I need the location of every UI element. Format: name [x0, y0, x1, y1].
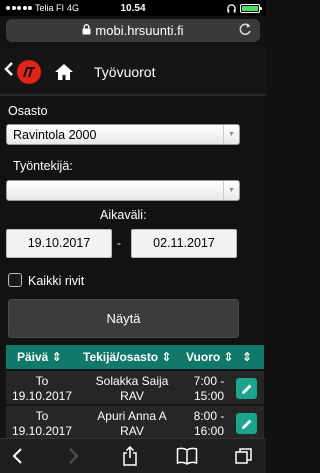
row-shift-start: 8:00 - [193, 409, 225, 423]
employee-select[interactable]: ▼ [6, 180, 240, 201]
reload-icon[interactable] [239, 22, 252, 39]
column-header-day[interactable]: Päivä ⇕ [17, 350, 62, 364]
row-department: RAV [120, 389, 144, 403]
chevron-down-icon: ▼ [223, 181, 239, 200]
status-time: 10.54 [120, 2, 146, 14]
bookmarks-icon[interactable] [176, 446, 198, 466]
row-employee: Apuri Anna A [97, 409, 167, 423]
row-date: 19.10.2017 [11, 424, 73, 438]
table-row: To 19.10.2017 Solakka Saija RAV 7:00 - 1… [6, 371, 264, 405]
row-shift-start: 7:00 - [193, 374, 225, 388]
all-rows-checkbox[interactable] [8, 273, 22, 287]
row-day: To [35, 409, 49, 423]
column-header-shift[interactable]: Vuoro ⇕ [186, 350, 234, 364]
network-type: 4G [67, 3, 80, 13]
row-date: 19.10.2017 [11, 389, 73, 403]
show-button[interactable]: Näytä [8, 299, 239, 338]
hrsuunti-logo-icon[interactable] [17, 60, 41, 84]
tabs-icon[interactable] [234, 446, 254, 466]
url-text: mobi.hrsuunti.fi [95, 23, 184, 38]
chevron-down-icon: ▼ [223, 125, 239, 144]
back-chevron-icon[interactable] [4, 61, 14, 82]
row-shift-end: 15:00 [193, 389, 225, 403]
browser-toolbar [0, 438, 266, 473]
app-header: Työvuorot [0, 48, 266, 96]
interval-label: Aikaväli: [100, 208, 147, 222]
share-icon[interactable] [120, 445, 140, 466]
status-bar: Telia FI 4G 10.54 [0, 0, 266, 16]
address-bar[interactable]: mobi.hrsuunti.fi [6, 19, 260, 42]
pencil-icon [241, 419, 251, 429]
back-arrow-icon[interactable] [8, 446, 28, 466]
column-header-actions[interactable]: ⇕ [242, 350, 252, 364]
carrier-name: Telia FI [35, 3, 65, 13]
date-separator: - [117, 236, 121, 250]
page-title: Työvuorot [94, 64, 156, 80]
row-department: RAV [120, 424, 144, 438]
all-rows-label[interactable]: Kaikki rivit [28, 274, 84, 288]
row-employee: Solakka Saija [95, 374, 169, 388]
battery-icon [240, 3, 263, 13]
lock-icon [82, 24, 91, 37]
date-to-input[interactable]: 02.11.2017 [131, 229, 237, 258]
forward-arrow-icon[interactable] [63, 446, 83, 466]
column-header-employee[interactable]: Tekijä/osasto ⇕ [83, 350, 172, 364]
department-label: Osasto [8, 104, 48, 118]
shifts-table-header: Päivä ⇕ Tekijä/osasto ⇕ Vuoro ⇕ ⇕ [6, 345, 264, 369]
edit-button[interactable] [236, 378, 257, 399]
row-day: To [35, 374, 49, 388]
signal-strength-icon [6, 6, 32, 10]
edit-button[interactable] [236, 413, 257, 434]
row-shift-end: 16:00 [193, 424, 225, 438]
employee-label: Työntekijä: [13, 159, 73, 173]
date-from-input[interactable]: 19.10.2017 [6, 229, 112, 258]
department-selected-value: Ravintola 2000 [13, 128, 97, 142]
home-icon[interactable] [54, 62, 74, 82]
pencil-icon [241, 384, 251, 394]
table-row: To 19.10.2017 Apuri Anna A RAV 8:00 - 16… [6, 406, 264, 440]
department-select[interactable]: Ravintola 2000 ▼ [6, 124, 240, 145]
screen: Telia FI 4G 10.54 mobi.hrsuunti.fi Työvu… [0, 0, 266, 473]
headphones-icon [227, 3, 236, 13]
